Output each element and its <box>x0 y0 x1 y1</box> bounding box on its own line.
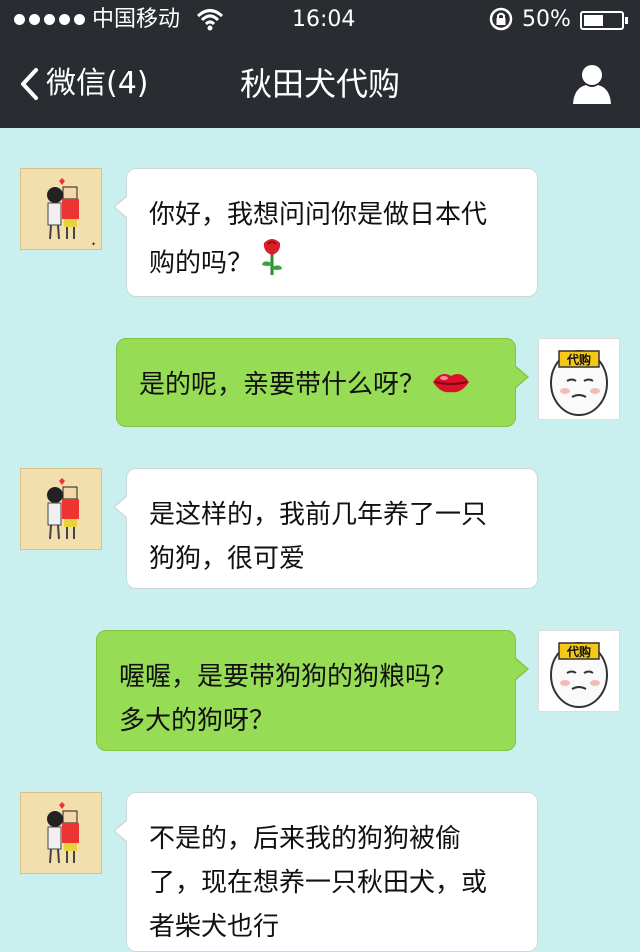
wifi-icon <box>196 6 224 39</box>
status-bar: 中国移动 16:04 50% <box>0 0 640 40</box>
battery-icon <box>580 11 628 30</box>
contact-avatar[interactable] <box>20 468 102 550</box>
message-text: 狗狗，很可爱 <box>149 544 306 574</box>
message-text: 多大的狗呀？ <box>119 706 276 736</box>
rose-icon <box>259 237 285 291</box>
message-bubble-incoming[interactable]: 你好，我想问问你是做日本代 购的吗？ <box>113 168 538 297</box>
avatar-badge-text: 代购 <box>566 644 591 659</box>
message-text: 喔喔，是要带狗狗的狗粮吗？ <box>119 662 458 692</box>
message-text: 是的呢，亲要带什么呀？ <box>139 363 493 408</box>
message-text: 不是的，后来我的狗狗被偷 <box>149 824 462 854</box>
message-bubble-outgoing[interactable]: 喔喔，是要带狗狗的狗粮吗？ 多大的狗呀？ <box>96 630 529 751</box>
message-text: 了，现在想养一只秋田犬，或 <box>149 868 488 898</box>
cartoon-couple-icon <box>47 802 79 864</box>
chat-area[interactable]: ✦ 你好，我想问问你是做日本代 购的吗？ 是的呢，亲要带什么呀？ 代购 是这样的… <box>0 128 640 952</box>
clock: 16:04 <box>292 7 356 32</box>
message-bubble-incoming[interactable]: 是这样的，我前几年养了一只 狗狗，很可爱 <box>113 468 538 589</box>
message-text: 是这样的，我前几年养了一只 <box>149 500 488 530</box>
cartoon-couple-icon: ✦ <box>47 178 96 248</box>
message-text: 者柴犬也行 <box>149 912 280 942</box>
back-label: 微信(4) <box>46 66 149 101</box>
contact-avatar[interactable] <box>20 792 102 874</box>
lips-icon <box>431 364 471 408</box>
contact-info-button[interactable] <box>570 62 614 106</box>
contact-avatar[interactable]: ✦ <box>20 168 102 250</box>
my-avatar[interactable]: 代购 <box>538 630 620 712</box>
chevron-left-icon <box>21 68 38 100</box>
back-button[interactable]: 微信(4) <box>18 64 149 104</box>
my-avatar[interactable]: 代购 <box>538 338 620 420</box>
rotation-lock-icon <box>488 6 514 39</box>
cartoon-couple-icon <box>47 478 79 540</box>
person-icon <box>573 65 611 104</box>
meme-face-icon: 代购 <box>550 350 608 416</box>
message-text: 你好，我想问问你是做日本代 <box>149 200 488 230</box>
message-bubble-outgoing[interactable]: 是的呢，亲要带什么呀？ <box>116 338 529 427</box>
meme-face-icon: 代购 <box>550 642 608 708</box>
message-text: 购的吗？ <box>149 237 515 291</box>
message-bubble-incoming[interactable]: 不是的，后来我的狗狗被偷 了，现在想养一只秋田犬，或 者柴犬也行 <box>113 792 538 952</box>
navigation-bar: 微信(4) 秋田犬代购 <box>0 40 640 128</box>
carrier-name: 中国移动 <box>92 7 181 32</box>
svg-text:✦: ✦ <box>91 241 96 248</box>
signal-strength-icon <box>14 14 85 25</box>
battery-percentage: 50% <box>522 7 571 32</box>
avatar-badge-text: 代购 <box>566 352 591 367</box>
